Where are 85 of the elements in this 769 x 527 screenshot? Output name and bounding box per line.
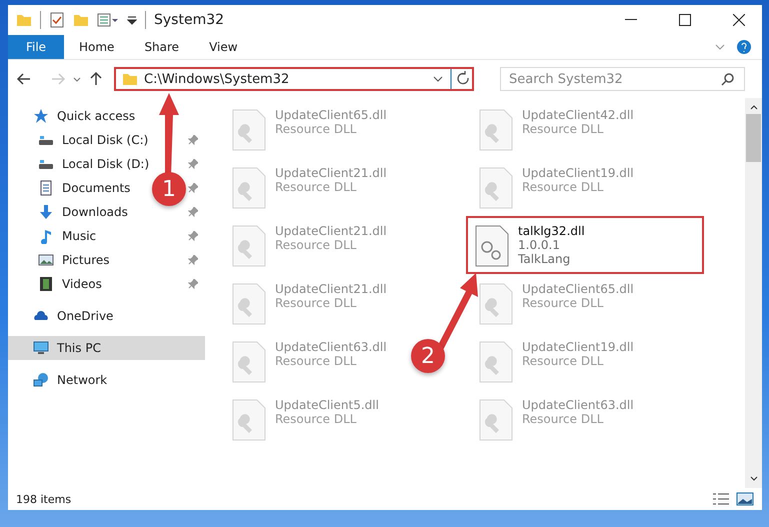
network-icon bbox=[33, 372, 49, 388]
nav-item[interactable]: Documents bbox=[8, 176, 130, 200]
wrench-file-icon bbox=[231, 224, 267, 268]
nav-item[interactable]: Videos bbox=[8, 272, 102, 296]
up-arrow-icon[interactable] bbox=[88, 71, 104, 87]
search-icon bbox=[721, 72, 735, 86]
file-detail: 1.0.0.1 bbox=[518, 238, 561, 252]
wrench-file-icon bbox=[231, 398, 267, 442]
file-name: UpdateClient5.dll bbox=[275, 398, 379, 412]
file-name: UpdateClient42.dll bbox=[522, 108, 634, 122]
film-icon bbox=[38, 276, 54, 292]
file-name: UpdateClient65.dll bbox=[522, 282, 634, 296]
dropdown-icon[interactable] bbox=[127, 15, 137, 25]
wrench-file-icon bbox=[231, 340, 267, 384]
pin-icon[interactable] bbox=[188, 231, 198, 241]
file-detail: Resource DLL bbox=[275, 180, 358, 194]
pin-icon[interactable] bbox=[188, 159, 198, 169]
item-count: 198 items bbox=[16, 492, 72, 506]
download-icon bbox=[38, 204, 54, 220]
scrollbar[interactable] bbox=[745, 98, 762, 488]
nav-item[interactable]: This PC bbox=[8, 336, 205, 360]
address-bar[interactable]: C:\Windows\System32 bbox=[114, 67, 474, 91]
folder-icon bbox=[16, 12, 32, 28]
wrench-file-icon bbox=[231, 108, 267, 152]
file-detail: Resource DLL bbox=[275, 412, 358, 426]
file-detail: TalkLang bbox=[518, 252, 572, 266]
file-name: UpdateClient21.dll bbox=[275, 166, 387, 180]
file-name: UpdateClient21.dll bbox=[275, 282, 387, 296]
file-detail: Resource DLL bbox=[275, 296, 358, 310]
file-name: UpdateClient63.dll bbox=[275, 340, 387, 354]
back-arrow-icon[interactable] bbox=[16, 71, 32, 87]
file-detail: Resource DLL bbox=[275, 354, 358, 368]
document-icon bbox=[38, 180, 54, 196]
window-title: System32 bbox=[154, 12, 226, 28]
file-detail: Resource DLL bbox=[275, 238, 358, 252]
scroll-thumb[interactable] bbox=[746, 114, 761, 162]
file-name: UpdateClient63.dll bbox=[522, 398, 634, 412]
pin-icon[interactable] bbox=[188, 135, 198, 145]
file-name: talklg32.dll bbox=[518, 224, 585, 238]
wrench-file-icon bbox=[478, 282, 514, 326]
file-name: UpdateClient65.dll bbox=[275, 108, 387, 122]
picture-icon bbox=[38, 252, 54, 268]
file-detail: Resource DLL bbox=[522, 354, 604, 368]
search-field[interactable]: Search System32 bbox=[500, 67, 745, 91]
file-detail: Resource DLL bbox=[522, 122, 604, 136]
file-name: UpdateClient21.dll bbox=[275, 224, 387, 238]
wrench-file-icon bbox=[478, 398, 514, 442]
nav-item[interactable]: Music bbox=[8, 224, 96, 248]
nav-item[interactable]: Pictures bbox=[8, 248, 110, 272]
wrench-file-icon bbox=[478, 166, 514, 210]
details-view-icon[interactable] bbox=[712, 492, 730, 506]
nav-item[interactable]: OneDrive bbox=[8, 304, 114, 328]
maximize-icon bbox=[679, 14, 691, 26]
properties-icon[interactable] bbox=[97, 12, 119, 28]
pin-icon[interactable] bbox=[188, 279, 198, 289]
wrench-file-icon bbox=[478, 340, 514, 384]
step-marker: 2 bbox=[411, 339, 445, 373]
close-icon bbox=[733, 14, 745, 26]
step-marker: 1 bbox=[152, 172, 186, 206]
music-note-icon bbox=[38, 228, 54, 244]
pin-icon[interactable] bbox=[188, 183, 198, 193]
minimize-icon bbox=[625, 19, 637, 21]
file-item[interactable]: talklg32.dll 1.0.0.1 TalkLang bbox=[466, 216, 704, 274]
wrench-file-icon bbox=[478, 108, 514, 152]
nav-item[interactable]: Downloads bbox=[8, 200, 128, 224]
file-name: UpdateClient19.dll bbox=[522, 340, 634, 354]
checklist-icon[interactable] bbox=[49, 12, 65, 28]
wrench-file-icon bbox=[231, 282, 267, 326]
star-icon bbox=[33, 108, 49, 124]
folder-icon bbox=[122, 71, 138, 87]
tiles-view-icon[interactable] bbox=[736, 492, 754, 506]
nav-item[interactable]: Network bbox=[8, 368, 108, 392]
wrench-file-icon bbox=[231, 166, 267, 210]
file-detail: Resource DLL bbox=[522, 412, 604, 426]
pin-icon[interactable] bbox=[188, 207, 198, 217]
ribbon-tab[interactable]: File bbox=[8, 35, 64, 59]
nav-item[interactable]: Local Disk (D:) bbox=[8, 152, 150, 176]
file-name: UpdateClient19.dll bbox=[522, 166, 634, 180]
file-detail: Resource DLL bbox=[275, 122, 358, 136]
monitor-icon bbox=[33, 340, 49, 356]
nav-item[interactable]: Local Disk (C:) bbox=[8, 128, 148, 152]
file-detail: Resource DLL bbox=[522, 296, 604, 310]
pin-icon[interactable] bbox=[188, 255, 198, 265]
nav-item[interactable]: Quick access bbox=[8, 104, 136, 128]
file-detail: Resource DLL bbox=[522, 180, 604, 194]
